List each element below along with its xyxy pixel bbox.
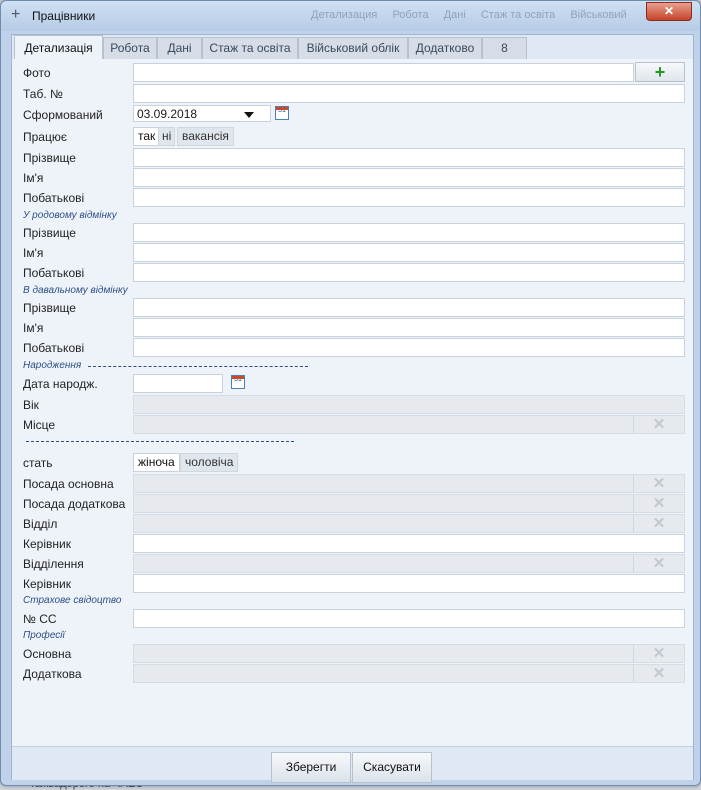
birth-date-field[interactable] <box>133 374 223 393</box>
dative-surname-label: Прізвище <box>23 301 76 315</box>
birth-section-title: Народження <box>23 360 82 371</box>
extra-profession-field[interactable] <box>133 664 685 683</box>
head1-label: Керівник <box>23 537 71 551</box>
division-label: Відділення <box>23 557 84 571</box>
surname-field[interactable] <box>133 148 685 167</box>
department-field[interactable] <box>133 514 685 533</box>
genitive-patronymic-label: Побатькові <box>23 266 85 280</box>
gender-option-male[interactable]: чоловіча <box>180 453 239 472</box>
tab-no-field[interactable] <box>133 84 685 103</box>
ss-no-label: № СС <box>23 612 57 626</box>
add-photo-button[interactable]: + <box>635 62 685 82</box>
formed-label: Сформований <box>23 108 103 122</box>
title-bar[interactable]: + Працівники Детализация Робота Дані Ста… <box>1 1 700 31</box>
background-tabs: Детализация Робота Дані Стаж та освіта В… <box>311 9 639 21</box>
surname-label: Прізвище <box>23 151 76 165</box>
dative-patronymic-label: Побатькові <box>23 341 85 355</box>
dative-patronymic-field[interactable] <box>133 338 685 357</box>
clear-department-x-icon[interactable]: ✕ <box>633 515 684 532</box>
main-position-field[interactable] <box>133 474 685 493</box>
photo-label: Фото <box>23 66 51 80</box>
ghost-tab: Військовий <box>570 9 627 21</box>
dative-name-label: Ім'я <box>23 321 44 335</box>
tab-bar: Детализація Робота Дані Стаж та освіта В… <box>12 35 693 60</box>
ghost-tab: Стаж та освіта <box>480 9 556 21</box>
works-option-yes[interactable]: так <box>133 127 161 146</box>
extra-position-label: Посада додаткова <box>23 497 126 511</box>
works-option-no[interactable]: ні <box>158 127 176 146</box>
tab-8[interactable]: 8 <box>482 37 527 59</box>
genitive-surname-label: Прізвище <box>23 226 76 240</box>
main-profession-field[interactable] <box>133 644 685 663</box>
tab-data[interactable]: Дані <box>157 37 202 59</box>
formed-date-select[interactable]: 03.09.2018 <box>133 105 271 122</box>
gender-option-female[interactable]: жіноча <box>133 453 180 472</box>
tab-military[interactable]: Військовий облік <box>298 37 408 59</box>
clear-place-x-icon[interactable]: ✕ <box>633 416 684 433</box>
birth-calendar-icon[interactable]: 31 <box>231 375 245 389</box>
name-label: Ім'я <box>23 171 44 185</box>
tab-no-label: Таб. № <box>23 87 63 101</box>
insurance-section-title: Страхове свідоцтво <box>23 595 122 606</box>
place-field[interactable] <box>133 415 685 434</box>
footer-bar: Зберегти Скасувати <box>12 746 693 783</box>
birth-date-label: Дата народж. <box>23 377 98 391</box>
name-field[interactable] <box>133 168 685 187</box>
works-option-vacancy[interactable]: вакансія <box>177 127 234 146</box>
ghost-tab: Детализация <box>311 9 378 21</box>
age-label: Вік <box>23 398 39 412</box>
close-button[interactable]: ✕ <box>646 2 692 21</box>
professions-section-title: Професії <box>23 630 65 641</box>
clear-main-profession-x-icon[interactable]: ✕ <box>633 645 684 662</box>
ghost-tab: Дані <box>443 9 466 21</box>
window-content: Детализація Робота Дані Стаж та освіта В… <box>11 34 694 783</box>
plus-icon: + <box>654 62 666 82</box>
extra-profession-label: Додаткова <box>23 667 82 681</box>
calendar-icon[interactable]: 31 <box>275 106 289 120</box>
dative-name-field[interactable] <box>133 318 685 337</box>
app-plus-icon: + <box>11 6 21 23</box>
clear-extra-profession-x-icon[interactable]: ✕ <box>633 665 684 682</box>
head2-field[interactable] <box>133 574 685 593</box>
caret-down-icon <box>244 112 254 118</box>
dative-section-title: В давальному відмінку <box>23 285 128 296</box>
main-position-label: Посада основна <box>23 477 114 491</box>
main-profession-label: Основна <box>23 647 72 661</box>
department-label: Відділ <box>23 517 58 531</box>
clear-division-x-icon[interactable]: ✕ <box>633 555 684 572</box>
place-label: Місце <box>23 418 56 432</box>
works-label: Працює <box>23 130 67 144</box>
age-field <box>133 395 685 414</box>
save-button[interactable]: Зберегти <box>271 752 351 783</box>
photo-field[interactable] <box>133 63 634 82</box>
patronymic-field[interactable] <box>133 188 685 207</box>
cancel-button[interactable]: Скасувати <box>352 752 432 783</box>
genitive-section-title: У родовому відмінку <box>23 210 117 221</box>
dative-surname-field[interactable] <box>133 298 685 317</box>
gender-label: стать <box>23 456 53 470</box>
tab-work[interactable]: Робота <box>103 37 157 59</box>
clear-main-position-x-icon[interactable]: ✕ <box>633 475 684 492</box>
window-title: Працівники <box>32 9 96 23</box>
ghost-tab: Робота <box>392 9 429 21</box>
formed-date-value: 03.09.2018 <box>137 107 198 121</box>
genitive-name-label: Ім'я <box>23 246 44 260</box>
genitive-name-field[interactable] <box>133 243 685 262</box>
tab-details[interactable]: Детализація <box>14 35 103 60</box>
clear-extra-position-x-icon[interactable]: ✕ <box>633 495 684 512</box>
head2-label: Керівник <box>23 577 71 591</box>
genitive-patronymic-field[interactable] <box>133 263 685 282</box>
patronymic-label: Побатькові <box>23 191 85 205</box>
section-divider <box>26 441 294 442</box>
ss-no-field[interactable] <box>133 609 685 628</box>
extra-position-field[interactable] <box>133 494 685 513</box>
birth-divider <box>88 366 308 367</box>
head1-field[interactable] <box>133 534 685 553</box>
division-field[interactable] <box>133 554 685 573</box>
tab-experience[interactable]: Стаж та освіта <box>202 37 298 59</box>
tab-additional[interactable]: Додатково <box>408 37 482 59</box>
genitive-surname-field[interactable] <box>133 223 685 242</box>
employees-window: + Працівники Детализация Робота Дані Ста… <box>0 0 701 786</box>
details-form: Фото + Таб. № Сформований 03.09.2018 31 … <box>12 59 693 746</box>
